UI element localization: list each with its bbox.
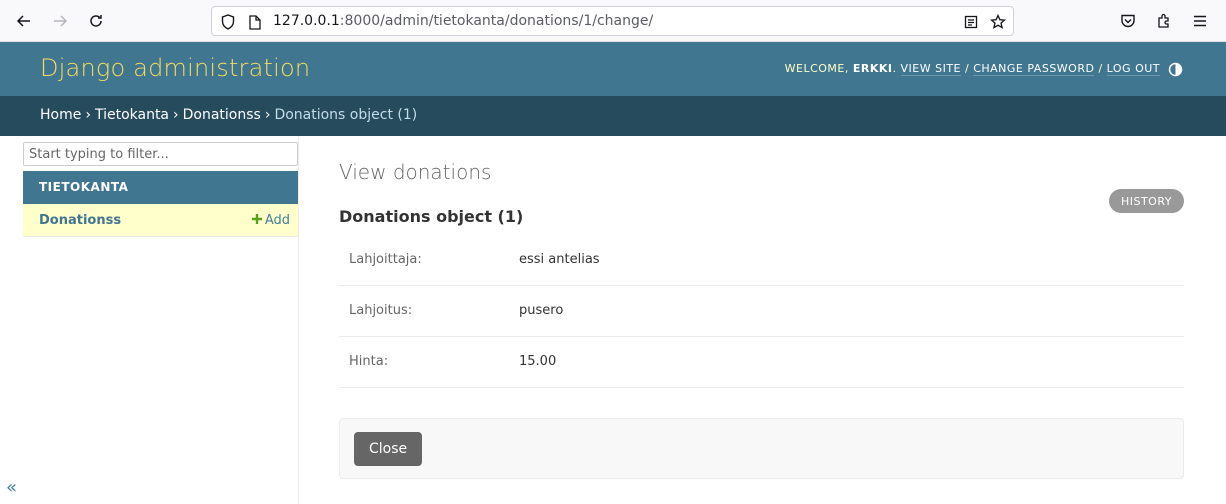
object-title: Donations object (1) xyxy=(339,207,524,226)
field-value: 15.00 xyxy=(519,354,557,369)
page-icon[interactable] xyxy=(246,13,264,31)
forward-icon[interactable] xyxy=(48,9,72,33)
history-button[interactable]: HISTORY xyxy=(1108,189,1184,213)
field-label: Lahjoittaja: xyxy=(349,252,422,267)
breadcrumb-app[interactable]: Tietokanta xyxy=(95,107,169,123)
username: ERKKI xyxy=(852,62,893,75)
field-label: Lahjoitus: xyxy=(349,303,413,318)
bookmark-star-icon[interactable] xyxy=(989,13,1007,31)
close-button[interactable]: Close xyxy=(354,432,423,466)
menu-icon[interactable] xyxy=(1190,11,1210,31)
site-header: Django administration WELCOME, ERKKI. VI… xyxy=(0,42,1226,96)
url-bar[interactable]: 127.0.0.1:8000/admin/tietokanta/donation… xyxy=(211,6,1014,36)
welcome-text: WELCOME, xyxy=(784,62,849,75)
log-out-link[interactable]: LOG OUT xyxy=(1106,62,1160,76)
field-value: pusero xyxy=(519,303,564,318)
plus-icon xyxy=(251,213,262,228)
shield-icon[interactable] xyxy=(219,13,237,31)
breadcrumb-model[interactable]: Donationss xyxy=(183,107,261,123)
main-content: View donations HISTORY Donations object … xyxy=(339,136,1184,504)
change-password-link[interactable]: CHANGE PASSWORD xyxy=(973,62,1095,76)
sidebar-collapse-button[interactable]: « xyxy=(6,477,17,498)
url-text[interactable]: 127.0.0.1:8000/admin/tietokanta/donation… xyxy=(273,13,653,29)
site-branding[interactable]: Django administration xyxy=(40,54,310,82)
breadcrumb-current: Donations object (1) xyxy=(274,107,418,123)
breadcrumb-home[interactable]: Home xyxy=(40,107,81,123)
submit-row: Close xyxy=(339,418,1184,479)
reload-icon[interactable] xyxy=(84,9,108,33)
field-value: essi antelias xyxy=(519,252,600,267)
back-icon[interactable] xyxy=(12,9,36,33)
field-label: Hinta: xyxy=(349,354,389,369)
model-link-donationss[interactable]: Donationss xyxy=(39,213,121,228)
sidebar-item-donationss: Donationss Add xyxy=(23,204,298,237)
form-row-lahjoittaja: Lahjoittaja: essi antelias xyxy=(339,235,1184,286)
nav-filter-input[interactable] xyxy=(23,142,298,166)
nav-sidebar: TIETOKANTA Donationss Add « xyxy=(0,136,299,504)
reader-view-icon[interactable] xyxy=(962,13,980,31)
theme-toggle-icon[interactable] xyxy=(1168,62,1183,77)
extensions-icon[interactable] xyxy=(1154,11,1174,31)
page-title: View donations xyxy=(339,160,492,184)
user-tools: WELCOME, ERKKI. VIEW SITE / CHANGE PASSW… xyxy=(784,62,1160,76)
view-site-link[interactable]: VIEW SITE xyxy=(900,62,961,76)
browser-toolbar: 127.0.0.1:8000/admin/tietokanta/donation… xyxy=(0,0,1226,42)
form-row-lahjoitus: Lahjoitus: pusero xyxy=(339,286,1184,337)
form-row-hinta: Hinta: 15.00 xyxy=(339,337,1184,388)
pocket-icon[interactable] xyxy=(1118,11,1138,31)
app-caption-tietokanta[interactable]: TIETOKANTA xyxy=(23,171,298,204)
breadcrumb: Home › Tietokanta › Donationss › Donations obj… xyxy=(0,96,1226,136)
add-label: Add xyxy=(264,213,290,228)
add-donation-button[interactable]: Add xyxy=(251,213,290,228)
